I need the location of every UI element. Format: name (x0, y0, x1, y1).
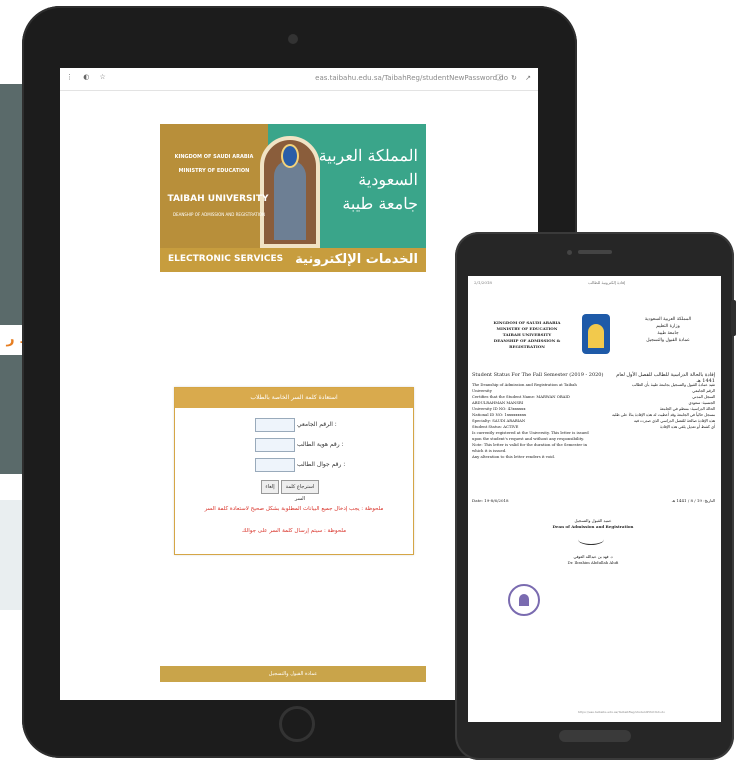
banner-deanship: DEANSHIP OF ADMISSION AND REGISTRATION (172, 212, 266, 217)
banner-services-ar: الخدمات الإلكترونية (295, 252, 418, 267)
banner-en-line2: MINISTRY OF EDUCATION (178, 168, 250, 174)
form-row-university-id: الرقم الجامعي : (175, 418, 413, 432)
doc-date-ar: التاريخ: 19 / 8 / 1441 هـ (671, 498, 715, 503)
banner-services-en: ELECTRONIC SERVICES (168, 254, 284, 264)
password-recovery-form: استعادة كلمة السر الخاصة بالطلاب الرقم ا… (174, 387, 414, 555)
form-row-national-id: رقم هوية الطالب : (175, 438, 413, 452)
student-status-document: 2/1/2018 إفادة إلكترونية للطالب KINGDOM … (468, 276, 721, 722)
browser-url[interactable]: eas.taibahu.edu.sa/TaibahReg/studentNewP… (200, 74, 508, 82)
browser-tool-icons[interactable]: ⓘ ↻ ↗ (496, 73, 534, 83)
browser-nav-icons[interactable]: ⋮ ◐ ☆ (66, 73, 110, 81)
doc-dean-title: عميد القبول والتسجيل Dean of Admission a… (528, 518, 658, 530)
doc-body-ar: تفيد عمادة القبول والتسجيل بجامعة طيبة ب… (612, 382, 715, 429)
doc-print-date: 2/1/2018 (474, 280, 492, 285)
form-note-1: ملحوظة : يجب إدخال جميع البيانات المطلوب… (204, 506, 384, 512)
university-banner: KINGDOM OF SAUDI ARABIA MINISTRY OF EDUC… (160, 124, 426, 272)
phone-device: 2/1/2018 إفادة إلكترونية للطالب KINGDOM … (455, 232, 736, 760)
doc-header-ar: المملكة العربية السعودية وزارة التعليم ج… (644, 317, 692, 343)
page-footer-text: عمادة القبول والتسجيل (268, 671, 318, 677)
doc-footer-url: https://eas.taibahu.edu.sa/TaibahReg/stu… (578, 710, 666, 714)
banner-university-name: TAIBAH UNIVERSITY (167, 194, 269, 204)
doc-sig-en: Dr. Ibrahim Abdullah Alufi (567, 560, 619, 565)
banner-arabic-title: المملكة العربية السعودية جامعة طيبة (318, 146, 418, 213)
doc-dean-en: Dean of Admission and Registration (552, 524, 634, 529)
phone-camera (567, 250, 572, 255)
doc-date-en: Date: 19-8/6/2018 (472, 498, 509, 503)
phone-screen: 2/1/2018 إفادة إلكترونية للطالب KINGDOM … (468, 276, 721, 722)
official-stamp-icon (508, 584, 540, 616)
retrieve-password-button[interactable]: استرجاع كلمة السر (281, 480, 319, 502)
mobile-input[interactable] (255, 458, 295, 472)
doc-title-en: Student Status For The Fall Semester (20… (472, 372, 604, 378)
doc-body-en: The Deanship of Admission and Registrati… (472, 382, 589, 459)
phone-speaker (578, 250, 612, 254)
banner-building-image (274, 160, 306, 240)
form-row-mobile: رقم جوال الطالب : (175, 458, 413, 472)
tablet-home-button[interactable] (279, 706, 315, 742)
tablet-camera (288, 34, 298, 44)
doc-print-title: إفادة إلكترونية للطالب (588, 280, 626, 285)
mobile-label: رقم جوال الطالب : (297, 461, 346, 468)
doc-header-en: KINGDOM OF SAUDI ARABIA MINISTRY OF EDUC… (493, 320, 561, 349)
university-id-input[interactable] (255, 418, 295, 432)
cancel-button[interactable]: إلغاء (261, 480, 279, 494)
phone-home-bar[interactable] (559, 730, 631, 742)
university-id-label: الرقم الجامعي : (297, 421, 337, 428)
national-id-label: رقم هوية الطالب : (297, 441, 344, 448)
national-id-input[interactable] (255, 438, 295, 452)
browser-bar: ⋮ ◐ ☆ eas.taibahu.edu.sa/TaibahReg/stude… (60, 68, 538, 91)
form-title: استعادة كلمة السر الخاصة بالطلاب (175, 388, 413, 408)
form-note-2: ملحوظة : سيتم إرسال كلمة السر على جوالك (241, 528, 347, 534)
doc-signatory: د. فهد بن عبدالله العوفي Dr. Ibrahim Abd… (528, 554, 658, 566)
banner-en-line1: KINGDOM OF SAUDI ARABIA (174, 154, 254, 160)
banner-kingdom-text: KINGDOM OF SAUDI ARABIA MINISTRY OF EDUC… (164, 150, 264, 178)
university-emblem-icon (281, 144, 299, 168)
phone-side-button[interactable] (731, 300, 736, 336)
signature-mark (578, 534, 604, 545)
university-logo-icon (582, 314, 610, 354)
page-footer: عمادة القبول والتسجيل (160, 666, 426, 682)
